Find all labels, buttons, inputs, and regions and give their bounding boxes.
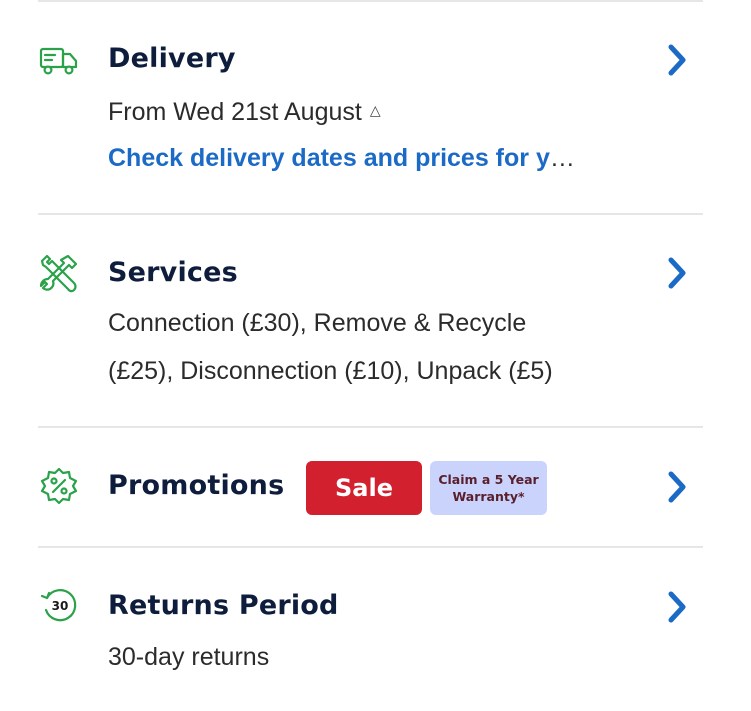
- returns-icon-text: 30: [52, 599, 69, 613]
- warranty-line-2: Warranty*: [452, 489, 525, 504]
- ellipsis: …: [549, 144, 575, 172]
- check-delivery-link-text: Check delivery dates and prices for y: [108, 144, 550, 172]
- wrench-icon: [38, 252, 80, 294]
- returns-30-icon: 30: [38, 584, 80, 626]
- warranty-line-1: Claim a 5 Year: [438, 472, 539, 487]
- services-line-1: Connection (£30), Remove & Recycle: [108, 309, 527, 337]
- divider: [38, 213, 703, 215]
- delivery-date-text: From Wed 21st August: [108, 98, 362, 126]
- delivery-title: Delivery: [108, 43, 236, 74]
- chevron-right-icon[interactable]: [666, 590, 688, 624]
- returns-title: Returns Period: [108, 590, 339, 621]
- divider-top: [38, 0, 703, 2]
- services-line-2: (£25), Disconnection (£10), Unpack (£5): [108, 357, 553, 385]
- check-delivery-link[interactable]: Check delivery dates and prices for y…: [108, 134, 638, 182]
- info-triangle-icon[interactable]: △: [370, 102, 381, 118]
- chevron-right-icon[interactable]: [666, 256, 688, 290]
- delivery-truck-icon: [38, 40, 80, 82]
- warranty-badge[interactable]: Claim a 5 Year Warranty*: [430, 461, 547, 515]
- chevron-right-icon[interactable]: [666, 470, 688, 504]
- chevron-right-icon[interactable]: [666, 43, 688, 77]
- sale-badge: Sale: [306, 461, 422, 515]
- divider: [38, 426, 703, 428]
- delivery-date: From Wed 21st August △: [108, 86, 381, 136]
- returns-subtitle: 30-day returns: [108, 643, 270, 671]
- promotions-title: Promotions: [108, 470, 285, 501]
- percent-badge-icon: [38, 465, 80, 507]
- services-title: Services: [108, 257, 238, 288]
- divider: [38, 546, 703, 548]
- product-options-panel: Delivery From Wed 21st August △ Check del…: [0, 0, 751, 711]
